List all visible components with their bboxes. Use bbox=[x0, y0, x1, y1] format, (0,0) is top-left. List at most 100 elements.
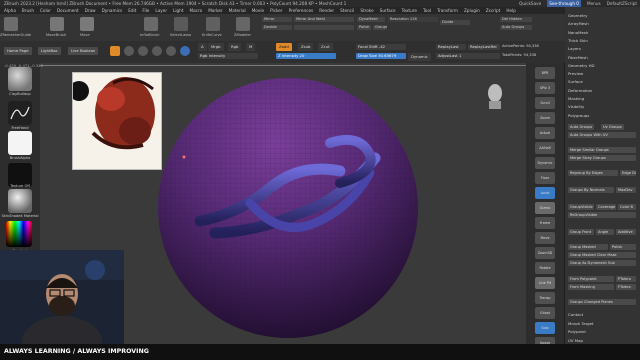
shelf-scroll-button[interactable]: Scroll bbox=[535, 97, 555, 109]
menu-macro[interactable]: Macro bbox=[190, 7, 203, 14]
panel-arraymesh[interactable]: ArrayMesh bbox=[568, 21, 638, 26]
menu-texture[interactable]: Texture bbox=[402, 7, 417, 14]
adjust-last-slider[interactable]: AdjustLast 1 bbox=[436, 53, 500, 59]
dynamesh-button[interactable]: DynaMesh bbox=[357, 17, 385, 22]
quicksave-button[interactable]: QuickSave bbox=[519, 0, 541, 7]
clay-buildup-brush-icon[interactable] bbox=[8, 67, 32, 91]
panel-geometry-hd[interactable]: Geometry HD bbox=[568, 63, 638, 68]
see-through-slider[interactable]: See-through 0 bbox=[547, 0, 581, 7]
menu-dynamics[interactable]: Dynamics bbox=[102, 7, 123, 14]
rotate-icon[interactable] bbox=[166, 46, 176, 56]
polish-button[interactable]: Polish bbox=[357, 25, 371, 30]
zadd-button[interactable]: Zadd bbox=[276, 43, 292, 51]
move-icon[interactable] bbox=[80, 17, 94, 31]
zsub-button[interactable]: Zsub bbox=[298, 43, 314, 51]
group-masked-button[interactable]: Group Masked bbox=[568, 244, 608, 250]
merge-similar-groups-button[interactable]: Merge Similar Groups bbox=[568, 147, 636, 153]
auto-groups-with-uv-button[interactable]: Auto Groups With UV bbox=[568, 132, 636, 138]
shelf-frame-button[interactable]: Frame bbox=[535, 217, 555, 229]
groups-changed-planes-button[interactable]: Groups Changed Planes bbox=[568, 299, 636, 305]
shelf-ghost-button[interactable]: Ghost bbox=[535, 307, 555, 319]
shelf-transp-button[interactable]: Transp bbox=[535, 292, 555, 304]
shelf-zoom3d-button[interactable]: Zoom3D bbox=[535, 247, 555, 259]
polypaint-tolerance-slider[interactable]: PTolera bbox=[616, 276, 636, 282]
groups-by-normals-button[interactable]: Groups By Normals bbox=[568, 187, 614, 193]
panel-polygroups[interactable]: Polygroups bbox=[568, 113, 638, 118]
edge-distance-slider[interactable]: Edge Di bbox=[620, 170, 636, 176]
z-intensity-slider[interactable]: Z Intensity 20 bbox=[276, 53, 336, 59]
coverage-slider[interactable]: Coverage bbox=[596, 204, 616, 210]
knife-curve-icon[interactable] bbox=[206, 17, 220, 31]
panel-thick-skin[interactable]: Thick Skin bbox=[568, 38, 638, 43]
shelf-floor-button[interactable]: Floor bbox=[535, 172, 555, 184]
shelf-gizmo-button[interactable]: Gizmo bbox=[535, 202, 555, 214]
panel-surface[interactable]: Surface bbox=[568, 79, 638, 84]
del-hidden-button[interactable]: Del Hidden bbox=[500, 17, 532, 22]
zremesher-guide-brush-icon[interactable] bbox=[4, 17, 18, 31]
mirror-button[interactable]: Mirror bbox=[262, 17, 292, 22]
menu-surface[interactable]: Surface bbox=[380, 7, 396, 14]
polish-slider[interactable]: Polish bbox=[610, 244, 636, 250]
shelf-zoom-button[interactable]: Zoom bbox=[535, 112, 555, 124]
rgb-button[interactable]: Rgb bbox=[228, 43, 242, 51]
panel-visibility[interactable]: Visibility bbox=[568, 104, 638, 109]
lightbox-button[interactable]: LightBox bbox=[38, 47, 61, 55]
shelf-line-fill-polyf-button[interactable]: Line Fill PolyF bbox=[535, 277, 555, 297]
replay-last-button[interactable]: ReplayLast bbox=[436, 44, 466, 50]
additive-button[interactable]: Additive bbox=[616, 229, 636, 235]
menu-zscript[interactable]: Zscript bbox=[486, 7, 501, 14]
panel-nanomesh[interactable]: NanoMesh bbox=[568, 30, 638, 35]
menu-draw[interactable]: Draw bbox=[85, 7, 96, 14]
panel-layers[interactable]: Layers bbox=[568, 46, 638, 51]
menu-preferences[interactable]: Preferences bbox=[289, 7, 314, 14]
menu-color[interactable]: Color bbox=[40, 7, 51, 14]
rgb-intensity-slider[interactable]: Rgb Intensity bbox=[198, 53, 258, 59]
menu-zplugin[interactable]: Zplugin bbox=[464, 7, 480, 14]
color-picker[interactable] bbox=[6, 221, 32, 247]
m-button[interactable]: M bbox=[246, 43, 256, 51]
shelf-actual-button[interactable]: Actual bbox=[535, 127, 555, 139]
a-button[interactable]: A bbox=[198, 43, 207, 51]
live-boolean-button[interactable]: Live Boolean bbox=[68, 47, 99, 55]
move-icon[interactable] bbox=[138, 46, 148, 56]
menus-button[interactable]: Menus bbox=[587, 0, 601, 7]
masking-tolerance-slider[interactable]: FTolera bbox=[616, 284, 636, 290]
regroup-visible-button[interactable]: ReGroupVisible bbox=[568, 212, 636, 218]
resolution-slider[interactable]: Resolution 128 bbox=[388, 17, 438, 22]
panel-preview[interactable]: Preview bbox=[568, 71, 638, 76]
move-brush-icon[interactable] bbox=[50, 17, 64, 31]
shelf-local-button[interactable]: Local bbox=[535, 187, 555, 199]
menu-stencil[interactable]: Stencil bbox=[340, 7, 354, 14]
shelf-rotate-button[interactable]: Rotate bbox=[535, 262, 555, 274]
menu-transform[interactable]: Transform bbox=[437, 7, 458, 14]
from-polypaint-button[interactable]: From Polypaint bbox=[568, 276, 614, 282]
panel-morph-target[interactable]: Morph Target bbox=[568, 321, 638, 326]
scale-icon[interactable] bbox=[152, 46, 162, 56]
groups-button[interactable]: Groups bbox=[373, 25, 387, 30]
menu-file[interactable]: File bbox=[142, 7, 149, 14]
menu-brush[interactable]: Brush bbox=[22, 7, 34, 14]
menu-marker[interactable]: Marker bbox=[208, 7, 222, 14]
reference-image[interactable] bbox=[72, 72, 162, 170]
double-button[interactable]: Double bbox=[262, 25, 292, 30]
group-visible-button[interactable]: GroupVisible bbox=[568, 204, 594, 210]
panel-fibermesh[interactable]: FiberMesh bbox=[568, 55, 638, 60]
auto-groups-button[interactable]: Auto Groups bbox=[568, 124, 595, 130]
panel-masking[interactable]: Masking bbox=[568, 96, 638, 101]
draw-icon[interactable] bbox=[124, 46, 134, 56]
shelf-aahalf-button[interactable]: AAHalf bbox=[535, 142, 555, 154]
shelf-move-button[interactable]: Move bbox=[535, 232, 555, 244]
menu-tool[interactable]: Tool bbox=[423, 7, 431, 14]
divide-button[interactable]: Divide bbox=[440, 20, 470, 25]
gizmo-icon[interactable] bbox=[180, 46, 190, 56]
auto-groups-button[interactable]: Auto Groups bbox=[500, 25, 532, 30]
zcut-button[interactable]: Zcut bbox=[318, 43, 333, 51]
menu-render[interactable]: Render bbox=[319, 7, 334, 14]
panel-uv-map[interactable]: UV Map bbox=[568, 338, 638, 343]
menu-movie[interactable]: Movie bbox=[252, 7, 264, 14]
shelf-dynamic-persp-button[interactable]: Dynamic Persp bbox=[535, 157, 555, 177]
menu-light[interactable]: Light bbox=[173, 7, 183, 14]
dynamic-button[interactable]: Dynamic bbox=[408, 53, 431, 61]
material-sphere-icon[interactable] bbox=[8, 189, 32, 213]
edit-icon[interactable] bbox=[110, 46, 120, 56]
